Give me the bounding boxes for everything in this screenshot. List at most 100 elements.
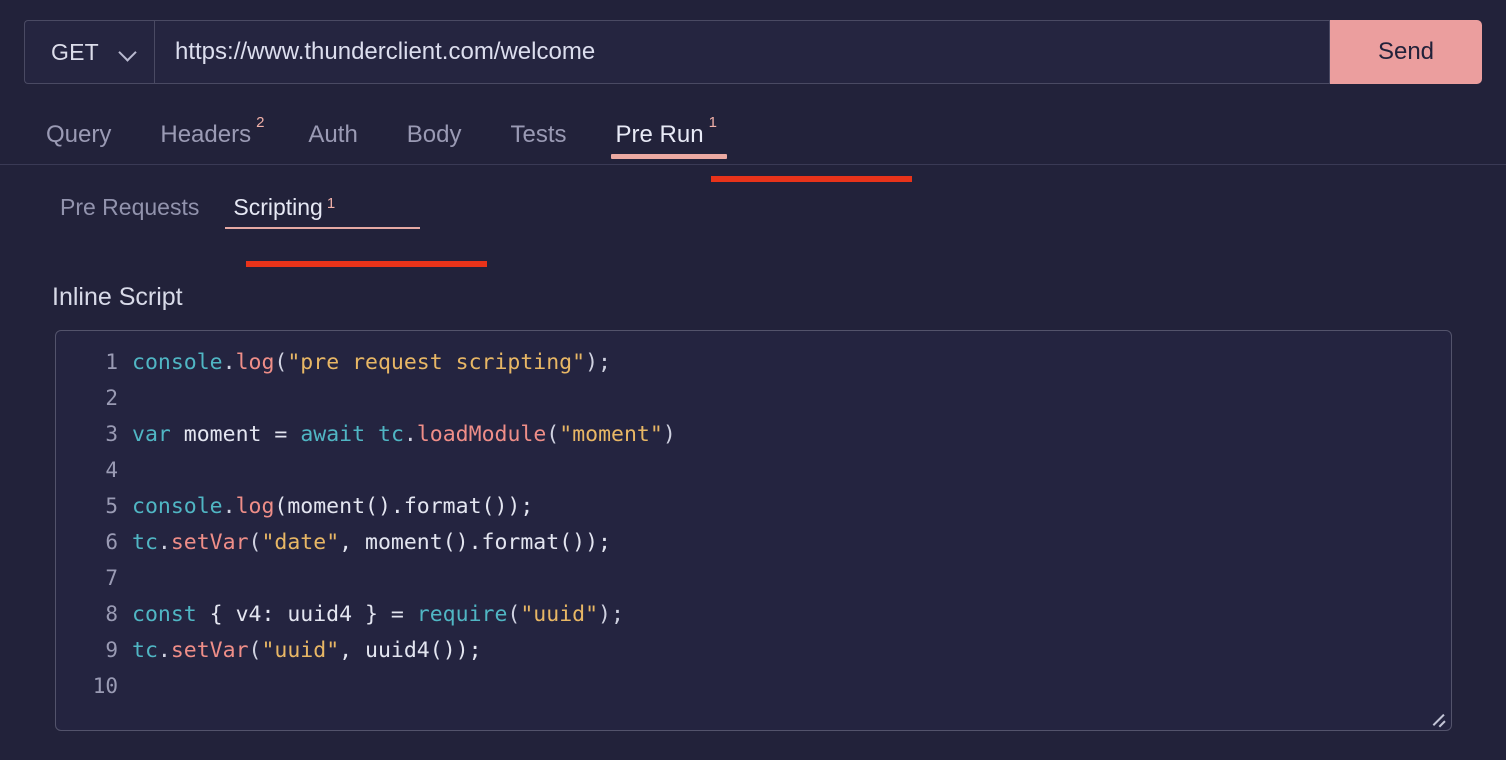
code-line[interactable]: 9tc.setVar("uuid", uuid4()); <box>56 632 1451 668</box>
code-token: ; <box>598 350 611 375</box>
code-token: ( <box>546 422 559 447</box>
line-number: 2 <box>56 386 132 410</box>
code-line[interactable]: 2 <box>56 380 1451 416</box>
code-token: const <box>132 602 197 627</box>
tab-label: Headers <box>160 121 251 149</box>
tab-headers[interactable]: Headers 2 <box>138 104 286 165</box>
code-line[interactable]: 1console.log("pre request scripting"); <box>56 344 1451 380</box>
inline-script-editor[interactable]: 1console.log("pre request scripting");23… <box>55 330 1452 731</box>
line-number: 8 <box>56 602 132 626</box>
code-line[interactable]: 7 <box>56 560 1451 596</box>
tab-label: Tests <box>511 121 567 149</box>
subtab-label: Scripting <box>233 194 322 221</box>
code-token: . <box>223 494 236 519</box>
annotation-highlight-scripting <box>246 261 487 267</box>
code-area[interactable]: 1console.log("pre request scripting");23… <box>56 331 1451 704</box>
line-number: 5 <box>56 494 132 518</box>
code-token: , uuid4()); <box>339 638 481 663</box>
request-url-bar: GET https://www.thunderclient.com/welcom… <box>24 20 1482 84</box>
code-text: console.log(moment().format()); <box>132 494 533 519</box>
code-token: ) <box>598 602 611 627</box>
chevron-down-icon <box>120 44 136 60</box>
code-token: setVar <box>171 638 249 663</box>
code-token: . <box>158 530 171 555</box>
code-token: log <box>236 350 275 375</box>
subtab-pre-requests[interactable]: Pre Requests <box>52 194 225 235</box>
code-token: console <box>132 350 223 375</box>
code-line[interactable]: 3var moment = await tc.loadModule("momen… <box>56 416 1451 452</box>
code-token: tc <box>132 530 158 555</box>
code-token: loadModule <box>417 422 546 447</box>
tab-label: Query <box>46 121 111 149</box>
code-line[interactable]: 4 <box>56 452 1451 488</box>
tab-label: Auth <box>308 121 357 149</box>
code-line[interactable]: 5console.log(moment().format()); <box>56 488 1451 524</box>
code-line[interactable]: 8const { v4: uuid4 } = require("uuid"); <box>56 596 1451 632</box>
tab-body[interactable]: Body <box>385 104 489 165</box>
tab-auth[interactable]: Auth <box>286 104 384 165</box>
code-token: ) <box>585 350 598 375</box>
http-method-label: GET <box>51 39 99 66</box>
code-token: moment <box>171 422 275 447</box>
code-token <box>365 422 378 447</box>
line-number: 6 <box>56 530 132 554</box>
code-text: tc.setVar("uuid", uuid4()); <box>132 638 482 663</box>
code-token: console <box>132 494 223 519</box>
code-token: require <box>417 602 508 627</box>
line-number: 4 <box>56 458 132 482</box>
line-number: 10 <box>56 674 132 698</box>
line-number: 3 <box>56 422 132 446</box>
url-input-wrapper[interactable]: https://www.thunderclient.com/welcome <box>154 20 1330 84</box>
code-token: . <box>223 350 236 375</box>
tab-tests[interactable]: Tests <box>489 104 594 165</box>
subtab-badge: 1 <box>327 195 335 212</box>
request-tab-bar: Query Headers 2 Auth Body Tests Pre Run … <box>0 104 1506 165</box>
code-token: { v4: uuid4 } = <box>197 602 417 627</box>
tab-query[interactable]: Query <box>24 104 138 165</box>
tab-label: Body <box>407 121 462 149</box>
code-token: "uuid" <box>261 638 339 663</box>
url-input[interactable]: https://www.thunderclient.com/welcome <box>175 38 595 66</box>
subtab-scripting[interactable]: Scripting 1 <box>225 194 357 235</box>
code-token: tc <box>132 638 158 663</box>
tab-badge: 1 <box>709 114 717 131</box>
code-token: "moment" <box>559 422 663 447</box>
line-number: 9 <box>56 638 132 662</box>
code-token: setVar <box>171 530 249 555</box>
code-token: (moment().format()); <box>274 494 533 519</box>
code-token: await <box>300 422 365 447</box>
code-text: var moment = await tc.loadModule("moment… <box>132 422 676 447</box>
code-token: = <box>274 422 287 447</box>
code-token: , moment().format()); <box>339 530 611 555</box>
tab-pre-run[interactable]: Pre Run 1 <box>594 104 739 165</box>
code-text: tc.setVar("date", moment().format()); <box>132 530 611 555</box>
resize-grip-icon[interactable] <box>1430 710 1446 726</box>
code-token: ) <box>663 422 676 447</box>
pre-run-subtab-bar: Pre Requests Scripting 1 <box>52 194 357 235</box>
code-token: tc <box>378 422 404 447</box>
subtab-label: Pre Requests <box>60 194 199 221</box>
code-token: ( <box>249 530 262 555</box>
tab-badge: 2 <box>256 114 264 131</box>
code-token: log <box>236 494 275 519</box>
code-token: var <box>132 422 171 447</box>
code-token: ( <box>274 350 287 375</box>
code-token: ( <box>249 638 262 663</box>
code-token: "date" <box>261 530 339 555</box>
page-title: Inline Script <box>52 283 183 312</box>
code-line[interactable]: 10 <box>56 668 1451 704</box>
code-token: ; <box>611 602 624 627</box>
code-token: . <box>158 638 171 663</box>
code-text: const { v4: uuid4 } = require("uuid"); <box>132 602 624 627</box>
code-token: "uuid" <box>520 602 598 627</box>
http-method-dropdown[interactable]: GET <box>24 20 154 84</box>
code-token: . <box>404 422 417 447</box>
code-token: ( <box>507 602 520 627</box>
send-button[interactable]: Send <box>1330 20 1482 84</box>
line-number: 7 <box>56 566 132 590</box>
line-number: 1 <box>56 350 132 374</box>
code-text: console.log("pre request scripting"); <box>132 350 611 375</box>
annotation-highlight-pre-run <box>711 176 912 182</box>
code-line[interactable]: 6tc.setVar("date", moment().format()); <box>56 524 1451 560</box>
code-token <box>287 422 300 447</box>
